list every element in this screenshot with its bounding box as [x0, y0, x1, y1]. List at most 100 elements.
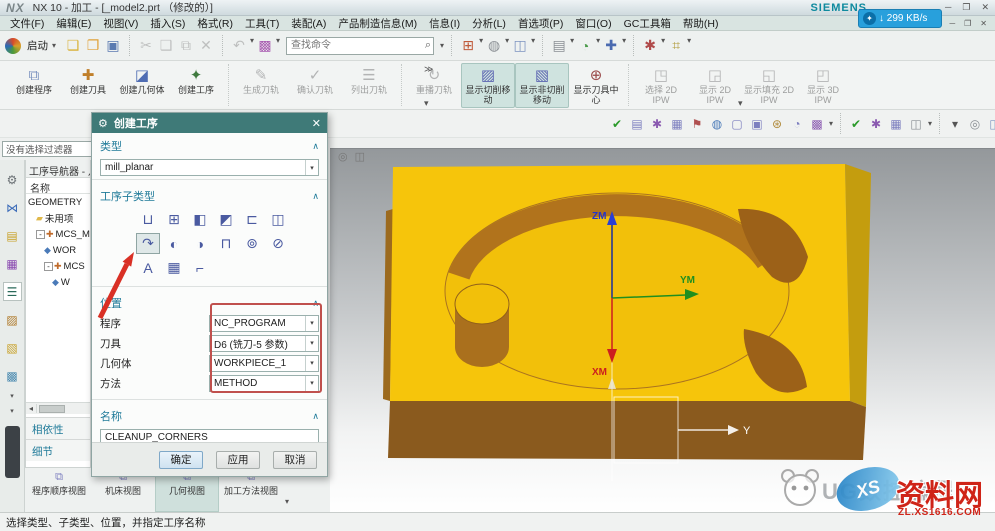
navigator-column-header[interactable]: 名称: [26, 178, 90, 195]
copy-list-icon[interactable]: ▣: [748, 115, 766, 133]
menu-item-0[interactable]: 文件(F): [4, 16, 50, 31]
wireframe-cube-icon[interactable]: ◫: [907, 115, 925, 133]
search-input[interactable]: [286, 36, 435, 55]
copy-icon[interactable]: ❑: [156, 36, 176, 56]
open-icon[interactable]: ❐: [83, 36, 103, 56]
fit-view-icon[interactable]: ⊞: [458, 36, 478, 56]
visual-style-icon[interactable]: ▩: [255, 36, 275, 56]
finish-walls-icon[interactable]: ◐: [162, 233, 186, 254]
grid-doc-icon[interactable]: ▦: [668, 115, 686, 133]
machine-tool-navigator-icon[interactable]: ▧: [3, 338, 22, 357]
measure-icon[interactable]: ⌗: [666, 36, 686, 56]
menu-item-8[interactable]: 信息(I): [423, 16, 466, 31]
menu-item-5[interactable]: 工具(T): [239, 16, 285, 31]
window-icon[interactable]: ▢: [728, 115, 746, 133]
name-section-header[interactable]: 名称 ∧: [92, 403, 327, 426]
view-cube-icon[interactable]: ◫: [355, 150, 365, 163]
command-search[interactable]: ⌕: [286, 36, 435, 55]
floor-wall-icon[interactable]: ⊔: [136, 209, 160, 230]
save-icon[interactable]: ▣: [103, 36, 123, 56]
menu-item-1[interactable]: 编辑(E): [50, 16, 97, 31]
window-style-icon[interactable]: ▤: [549, 36, 569, 56]
scrollbar-thumb[interactable]: [39, 404, 65, 413]
child-minimize-icon[interactable]: ─: [949, 19, 955, 28]
group-overflow-icon[interactable]: ≫: [424, 64, 433, 75]
type-section-header[interactable]: 类型 ∧: [92, 133, 327, 156]
ok-button[interactable]: 确定: [159, 450, 203, 469]
tree-row-2[interactable]: - ✚ MCS_M: [26, 226, 90, 242]
menu-item-4[interactable]: 格式(R): [191, 16, 239, 31]
close-icon[interactable]: ✕: [981, 2, 989, 13]
orient-cube-icon[interactable]: ◫: [510, 36, 530, 56]
scroll-up-icon[interactable]: ▾: [10, 393, 14, 400]
tab-program-order-view[interactable]: ⧉ 程序顺序视图: [27, 468, 91, 512]
cancel-button[interactable]: 取消: [273, 450, 317, 469]
assembly-navigator-icon[interactable]: ⚙: [3, 170, 22, 189]
move-object-icon[interactable]: ✚: [601, 36, 621, 56]
scroll-down-icon[interactable]: ▾: [10, 408, 14, 415]
sphere-icon[interactable]: ◎: [966, 115, 984, 133]
menu-item-7[interactable]: 产品制造信息(M): [332, 16, 423, 31]
mill-user-icon[interactable]: ⌐: [188, 257, 212, 278]
dialog-title-bar[interactable]: ⚙ 创建工序 ✕: [92, 113, 327, 133]
face-milling-manual-icon[interactable]: ◩: [214, 209, 238, 230]
type-select[interactable]: mill_planar ▾: [100, 159, 319, 176]
network-speed-badge[interactable]: ✦ ↓ 299 KB/s: [858, 9, 942, 28]
show-hide-icon[interactable]: ◔: [575, 36, 595, 56]
subtype-section-header[interactable]: 工序子类型 ∧: [92, 183, 327, 206]
apply-check-icon[interactable]: ✔: [847, 115, 865, 133]
details-panel-header[interactable]: 细节: [26, 439, 90, 461]
show-2d-ipw-button[interactable]: ◲ 显示 2D IPW: [688, 63, 742, 108]
tabs-more-icon[interactable]: ▾: [283, 497, 292, 512]
tree-row-5[interactable]: ◆ W: [26, 274, 90, 290]
flag-icon[interactable]: ⚑: [688, 115, 706, 133]
show-cutting-moves-button[interactable]: ▨ 显示切削移动: [461, 63, 515, 108]
navigator-h-scrollbar[interactable]: ◂: [26, 402, 90, 414]
delete-icon[interactable]: ✕: [196, 36, 216, 56]
view-sphere-icon[interactable]: ◎: [338, 150, 348, 163]
create-geometry-button[interactable]: ◪ 创建几何体: [115, 63, 169, 108]
planar-profile-icon[interactable]: ◫: [266, 209, 290, 230]
apply-button[interactable]: 应用: [216, 450, 260, 469]
group-caret-icon[interactable]: ▾: [424, 98, 429, 109]
finish-floor-icon[interactable]: ◑: [188, 233, 212, 254]
solid-cube-icon[interactable]: ◫: [986, 115, 995, 133]
tree-row-4[interactable]: - ✚ MCS: [26, 258, 90, 274]
mill-control-icon[interactable]: ▦: [162, 257, 186, 278]
tree-row-3[interactable]: ◆ WOR: [26, 242, 90, 258]
clock-icon[interactable]: ◔: [788, 115, 806, 133]
menu-item-2[interactable]: 视图(V): [97, 16, 144, 31]
cut-icon[interactable]: ✂: [136, 36, 156, 56]
generate-toolpath-button[interactable]: ✎ 生成刀轨: [234, 63, 288, 108]
start-menu-button[interactable]: 启动 ▾: [23, 37, 61, 54]
group-caret-icon[interactable]: ▾: [738, 98, 743, 109]
create-program-button[interactable]: ⧉ 创建程序: [7, 63, 61, 108]
3d-viewport[interactable]: Y ZM YM XM: [330, 148, 995, 513]
scroll-left-icon[interactable]: ◂: [26, 404, 37, 413]
menu-item-13[interactable]: 帮助(H): [677, 16, 725, 31]
hole-milling-icon[interactable]: ⊚: [240, 233, 264, 254]
undo-icon[interactable]: ↶: [229, 36, 249, 56]
child-restore-icon[interactable]: ❐: [964, 19, 971, 28]
menu-item-6[interactable]: 装配(A): [285, 16, 332, 31]
tree-expander-icon[interactable]: -: [44, 261, 53, 271]
create-tool-button[interactable]: ✚ 创建刀具: [61, 63, 115, 108]
resource-bar-handle[interactable]: [4, 426, 20, 478]
table-icon[interactable]: ▦: [887, 115, 905, 133]
groove-milling-icon[interactable]: ⊓: [214, 233, 238, 254]
verify-toolpath-button[interactable]: ✓ 确认刀轨: [288, 63, 342, 108]
child-close-icon[interactable]: ✕: [980, 19, 987, 28]
wrench-icon[interactable]: ⊛: [768, 115, 786, 133]
more-caret-icon[interactable]: ▾: [946, 115, 964, 133]
tree-row-0[interactable]: GEOMETRY: [26, 194, 90, 210]
part-navigator-icon[interactable]: ▤: [3, 226, 22, 245]
thread-milling-icon[interactable]: ⊘: [266, 233, 290, 254]
floor-wall-ipw-icon[interactable]: ⊞: [162, 209, 186, 230]
menu-item-12[interactable]: GC工具箱: [618, 16, 677, 31]
minimize-icon[interactable]: ─: [945, 2, 951, 13]
operation-navigator-icon[interactable]: ☰: [2, 282, 22, 301]
dialog-close-icon[interactable]: ✕: [312, 117, 321, 130]
list-toolpath-button[interactable]: ☰ 列出刀轨: [342, 63, 396, 108]
menu-item-10[interactable]: 首选项(P): [512, 16, 570, 31]
shaded-view-icon[interactable]: ◍: [484, 36, 504, 56]
